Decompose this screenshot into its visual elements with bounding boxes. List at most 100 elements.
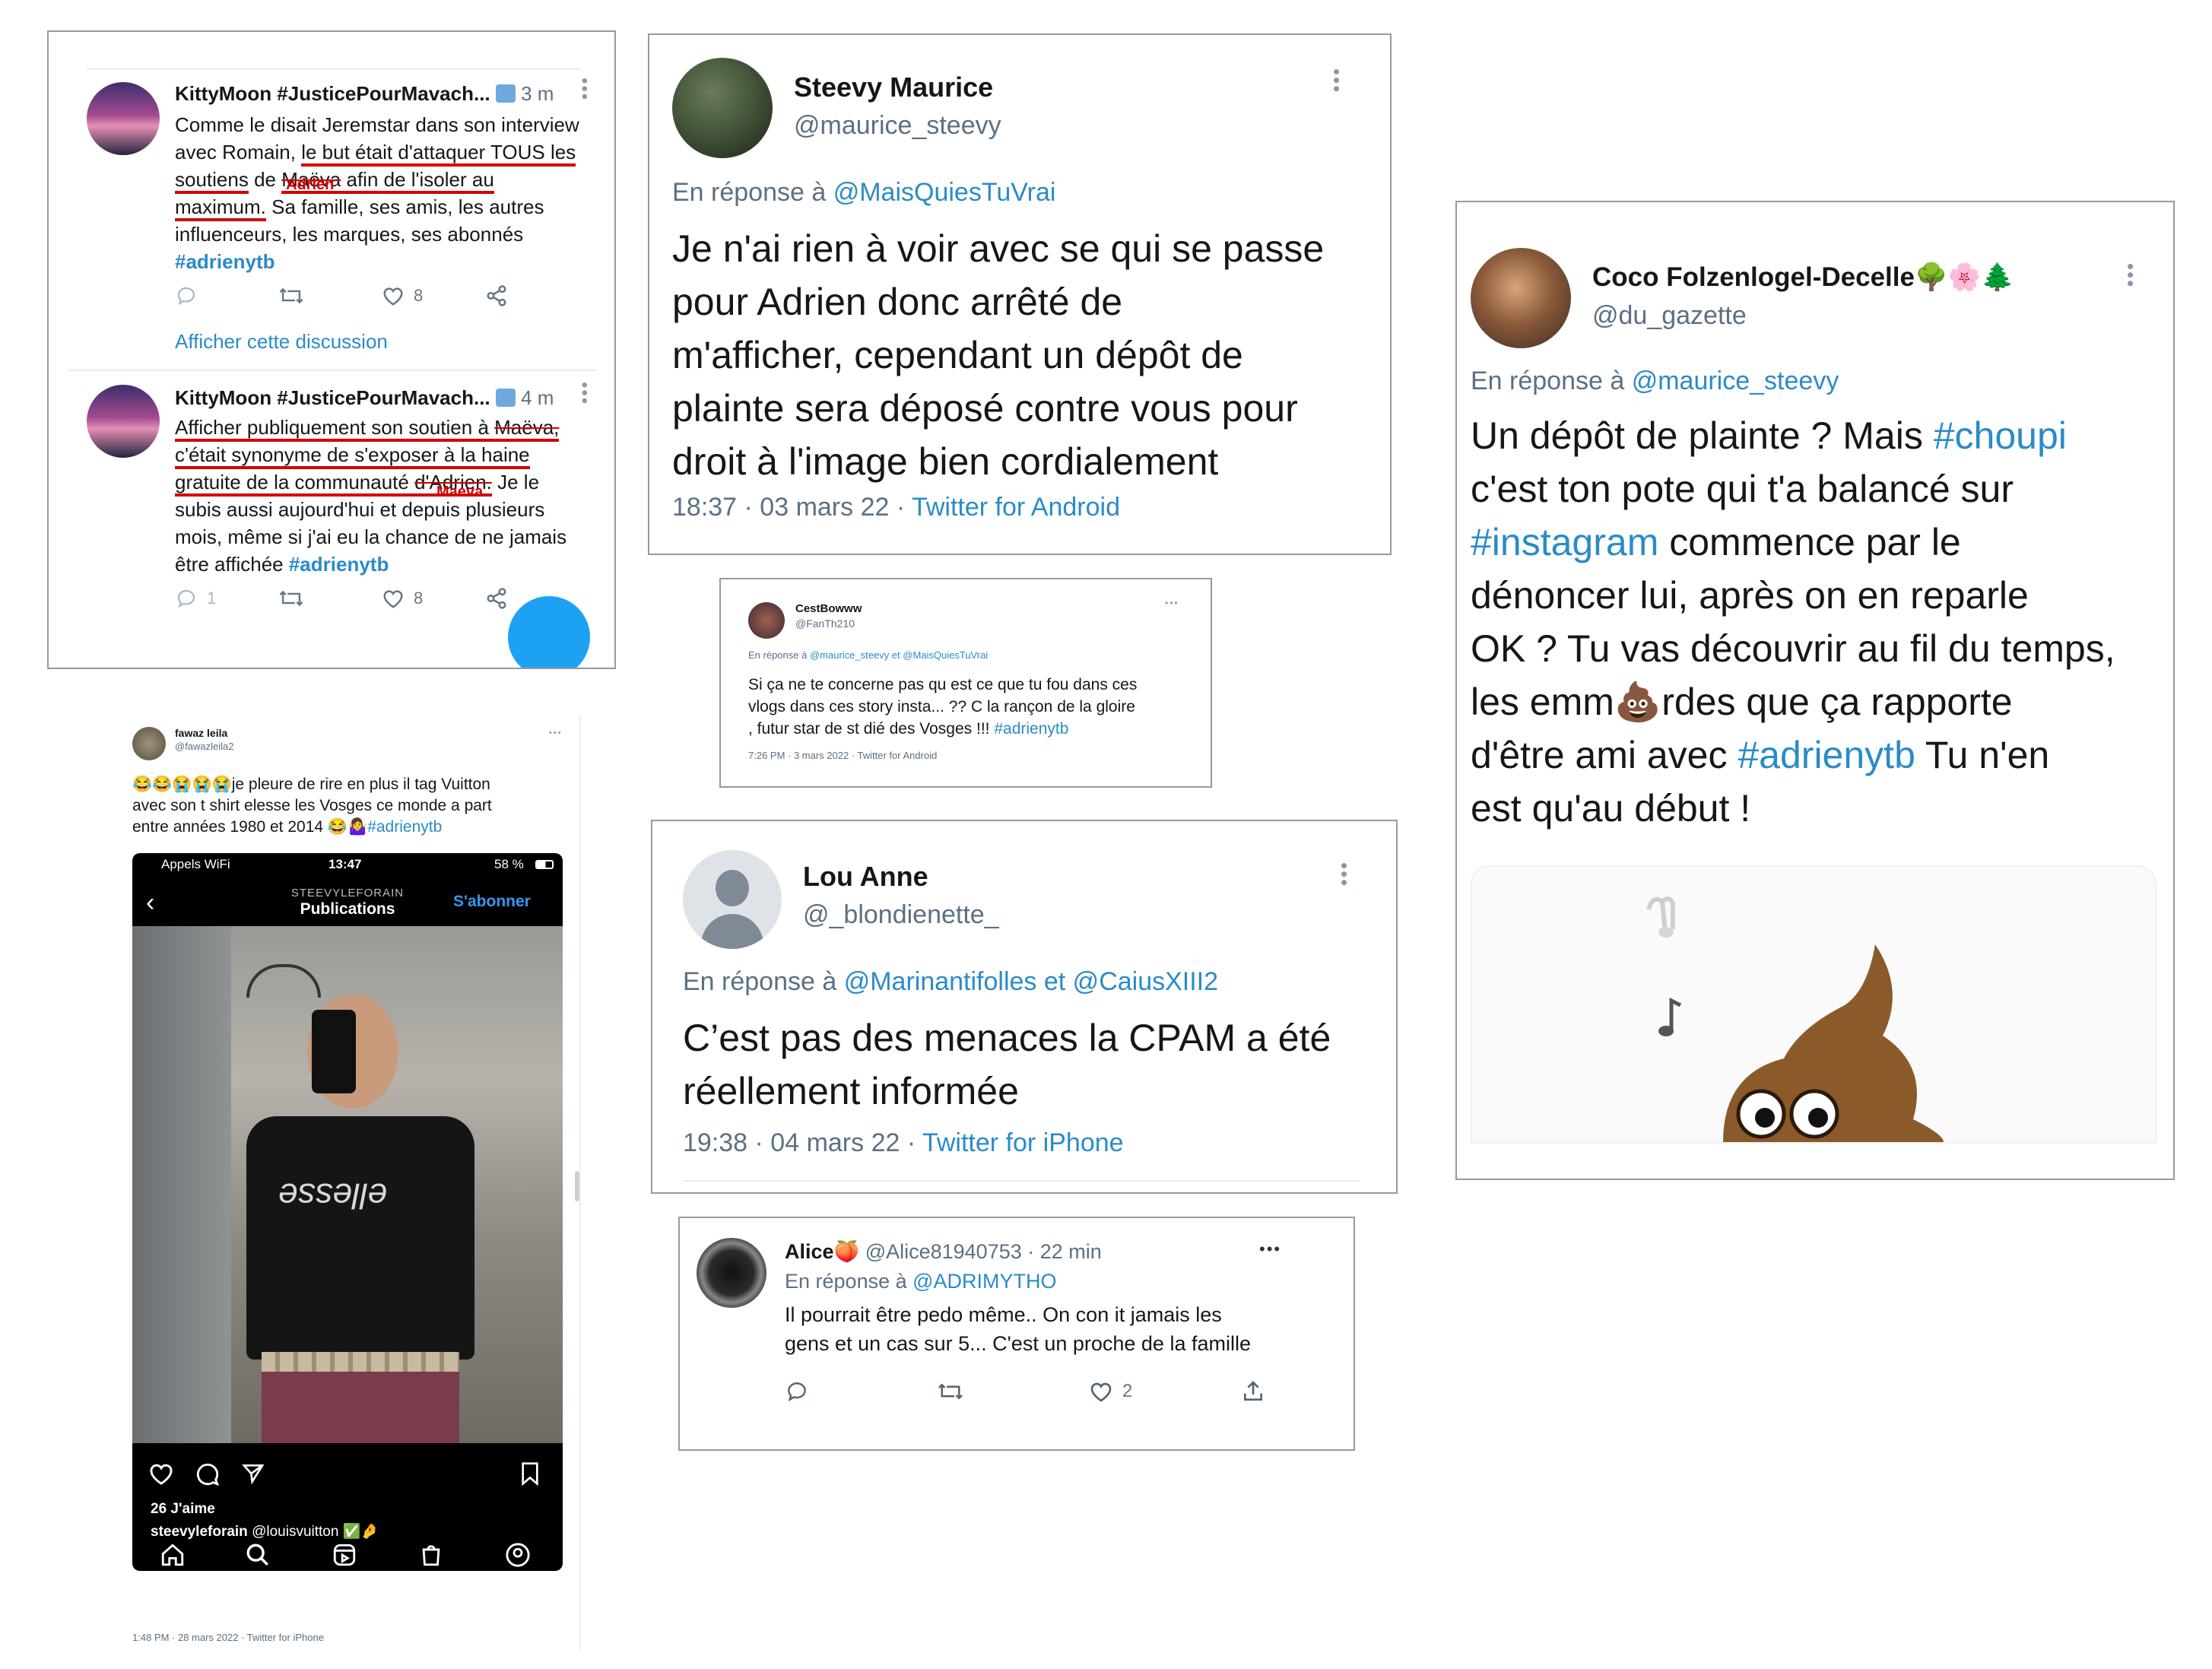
- tweet-text: Afficher publiquement son soutien à Maëv…: [175, 416, 567, 576]
- share-button[interactable]: [485, 587, 508, 610]
- mention-link[interactable]: @maurice_steevy et @MaisQuiesTuVrai: [810, 649, 988, 661]
- send-icon[interactable]: [240, 1461, 266, 1486]
- hashtag-link[interactable]: #instagram: [1471, 521, 1658, 563]
- like-count: 8: [414, 589, 424, 608]
- author-handle[interactable]: @FanTh210: [795, 617, 855, 630]
- retweet-button[interactable]: [278, 587, 382, 610]
- heart-icon[interactable]: [148, 1461, 175, 1486]
- author-name: KittyMoon #JusticePourMavach...: [175, 386, 490, 409]
- avatar[interactable]: [697, 1238, 766, 1308]
- avatar-placeholder[interactable]: [683, 850, 782, 949]
- reply-button[interactable]: [175, 284, 278, 307]
- hashtag-link[interactable]: #adrienytb: [175, 248, 579, 275]
- carrier-label: Appels WiFi: [161, 857, 230, 871]
- share-button[interactable]: [485, 284, 508, 307]
- shop-icon[interactable]: [418, 1542, 444, 1568]
- avatar[interactable]: [87, 385, 160, 458]
- reply-button[interactable]: [785, 1379, 937, 1404]
- tweet-text: C’est pas des menaces la CPAM a été réel…: [683, 1017, 1331, 1112]
- hashtag-link[interactable]: #adrienytb: [367, 818, 442, 836]
- home-icon[interactable]: [160, 1542, 186, 1568]
- gif-media[interactable]: [1471, 865, 2156, 1144]
- like-button[interactable]: 8: [382, 588, 485, 609]
- comment-icon[interactable]: [195, 1461, 221, 1487]
- more-options-icon[interactable]: •••: [1165, 598, 1179, 608]
- reply-button[interactable]: 1: [175, 587, 278, 610]
- avatar[interactable]: [132, 727, 166, 760]
- bookmark-icon[interactable]: [519, 1461, 541, 1486]
- avatar[interactable]: [87, 82, 160, 155]
- more-options-icon[interactable]: •••: [1332, 862, 1356, 887]
- more-options-icon[interactable]: •••: [573, 78, 595, 101]
- tweet-author[interactable]: Alice🍑 @Alice81940753 · 22 min: [785, 1239, 1102, 1264]
- follow-button[interactable]: S'abonner: [453, 893, 531, 911]
- mention-link[interactable]: @ADRIMYTHO: [912, 1270, 1056, 1293]
- profile-icon[interactable]: [505, 1542, 531, 1568]
- retweet-icon: [279, 590, 303, 607]
- reply-context: En réponse à @ADRIMYTHO: [785, 1270, 1057, 1293]
- compose-fab-button[interactable]: [508, 596, 590, 668]
- hashtag-link[interactable]: #choupi: [1934, 414, 2067, 457]
- battery-level: 58 %: [494, 857, 524, 871]
- instagram-screenshot[interactable]: Appels WiFi 13:47 58 % ‹ STEEVYLEFORAIN …: [132, 853, 563, 1571]
- post-actions: [132, 1458, 563, 1489]
- retweet-button[interactable]: [937, 1380, 1089, 1403]
- more-options-icon[interactable]: •••: [1325, 68, 1348, 94]
- share-button[interactable]: [1241, 1379, 1265, 1404]
- heart-icon: [1090, 1382, 1112, 1402]
- more-options-icon[interactable]: •••: [549, 728, 563, 738]
- tweet-author[interactable]: KittyMoon #JusticePourMavach... 4 m: [175, 386, 554, 410]
- dancing-poop-gif: [1646, 896, 1944, 1142]
- author-name[interactable]: fawaz leila: [175, 727, 227, 739]
- sparkle-icon: [495, 84, 516, 103]
- author-handle[interactable]: @_blondienette_: [803, 900, 999, 930]
- author-name[interactable]: CestBowww: [795, 602, 862, 615]
- shower-panel: [132, 926, 231, 1443]
- tweet-meta: 7:26 PM · 3 mars 2022 · Twitter for Andr…: [748, 750, 938, 761]
- handwritten-annotation: Adrien: [286, 176, 335, 193]
- tweet-text: Je n'ai rien à voir avec se qui se passe…: [672, 227, 1325, 483]
- shrug-emojis: 😂🤷‍♀️: [327, 818, 368, 836]
- like-button[interactable]: 8: [382, 285, 485, 306]
- show-thread-link[interactable]: Afficher cette discussion: [175, 330, 388, 354]
- mention-link[interactable]: @maurice_steevy: [1632, 366, 1839, 395]
- author-handle[interactable]: @fawazleila2: [175, 741, 234, 752]
- tweet-text: Un dépôt de plainte ? Mais #choupi c'est…: [1471, 414, 2115, 830]
- tweet-meta: 1:48 PM · 28 mars 2022 · Twitter for iPh…: [132, 1632, 324, 1643]
- author-name: Coco Folzenlogel-Decelle: [1592, 262, 1915, 292]
- share-icon: [487, 588, 506, 609]
- author-handle: @Alice81940753 · 22 min: [865, 1240, 1102, 1263]
- avatar[interactable]: [1471, 248, 1571, 348]
- retweet-icon: [938, 1383, 963, 1400]
- caption-user[interactable]: steevyleforain: [151, 1524, 248, 1540]
- reels-icon[interactable]: [332, 1542, 357, 1568]
- hashtag-link[interactable]: #adrienytb: [1738, 734, 1915, 776]
- author-handle[interactable]: @du_gazette: [1592, 301, 1747, 331]
- lou-anne-tweet-card: Lou Anne @_blondienette_ ••• En réponse …: [651, 820, 1398, 1194]
- hashtag-link[interactable]: #adrienytb: [289, 553, 389, 576]
- source-app-link[interactable]: Twitter for iPhone: [922, 1128, 1124, 1157]
- more-options-icon[interactable]: •••: [2118, 263, 2142, 288]
- hashtag-link[interactable]: #adrienytb: [994, 720, 1068, 738]
- avatar[interactable]: [748, 602, 785, 639]
- author-name[interactable]: Steevy Maurice: [794, 71, 993, 103]
- status-clock: 13:47: [328, 857, 362, 871]
- search-icon[interactable]: [245, 1542, 271, 1568]
- like-button[interactable]: 2: [1089, 1380, 1241, 1403]
- more-options-icon[interactable]: •••: [1259, 1239, 1281, 1259]
- retweet-button[interactable]: [278, 284, 382, 307]
- tweet-author[interactable]: KittyMoon #JusticePourMavach... 3 m: [175, 82, 554, 106]
- author-name[interactable]: Lou Anne: [803, 861, 928, 893]
- belt: [262, 1352, 459, 1372]
- fawaz-leila-tweet-card: fawaz leila @fawazleila2 ••• 😂😂😭😭😭je ple…: [119, 715, 582, 1650]
- source-app-link[interactable]: Twitter for Android: [912, 493, 1120, 522]
- mention-link[interactable]: @MaisQuiesTuVrai: [833, 178, 1056, 207]
- tweet-author[interactable]: Coco Folzenlogel-Decelle🌳🌸🌲: [1592, 262, 2014, 293]
- likes-count: 26 J'aime: [151, 1501, 215, 1517]
- alice-tweet-card: Alice🍑 @Alice81940753 · 22 min ••• En ré…: [678, 1217, 1355, 1451]
- post-photo[interactable]: ellesse: [132, 926, 563, 1443]
- avatar[interactable]: [672, 58, 773, 158]
- more-options-icon[interactable]: •••: [573, 382, 595, 405]
- author-handle[interactable]: @maurice_steevy: [794, 111, 1001, 141]
- mention-link[interactable]: @Marinantifolles et @CaiusXIII2: [844, 967, 1218, 996]
